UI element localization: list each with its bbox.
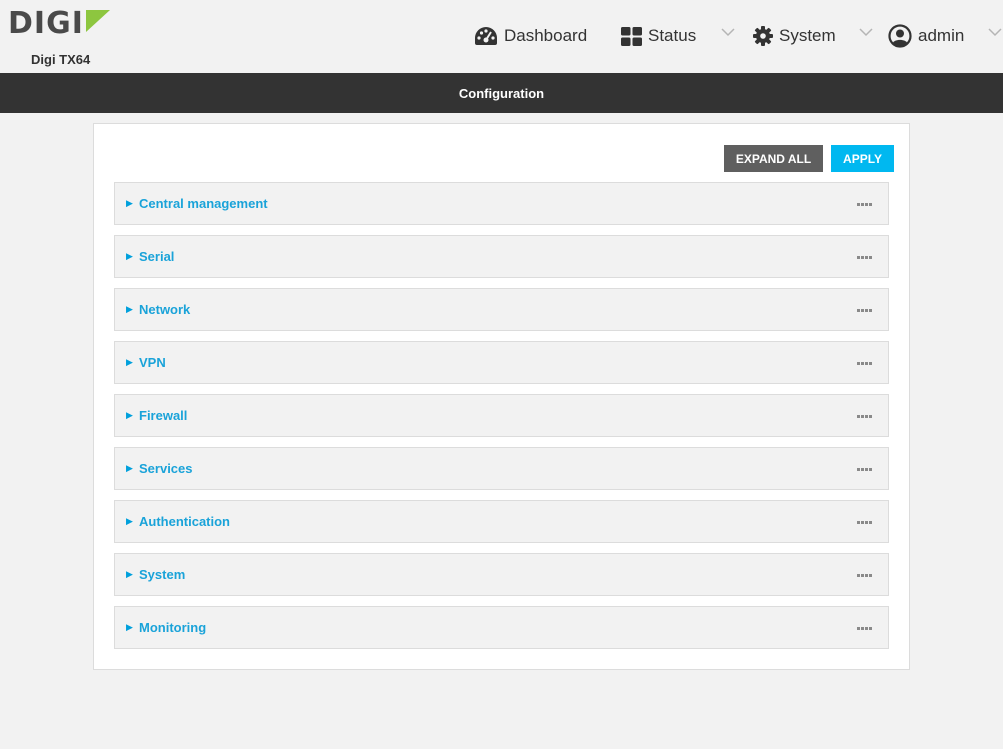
- more-options-icon[interactable]: [857, 415, 872, 418]
- expand-arrow-icon: ▶: [126, 569, 133, 579]
- section-firewall[interactable]: ▶ Firewall: [114, 394, 889, 437]
- expand-arrow-icon: ▶: [126, 622, 133, 632]
- nav-status-label: Status: [648, 26, 697, 45]
- nav-user[interactable]: admin: [888, 20, 964, 52]
- digi-logo[interactable]: DIGI Digi TX64: [8, 6, 118, 67]
- section-title: Network: [139, 302, 191, 317]
- gear-icon: [753, 26, 773, 46]
- section-title: Central management: [139, 196, 268, 211]
- user-icon: [888, 24, 912, 48]
- more-options-icon[interactable]: [857, 627, 872, 630]
- section-title: System: [139, 567, 186, 582]
- section-vpn[interactable]: ▶ VPN: [114, 341, 889, 384]
- more-options-icon[interactable]: [857, 574, 872, 577]
- status-chevron-down-icon[interactable]: [721, 27, 735, 37]
- more-options-icon[interactable]: [857, 256, 872, 259]
- expand-arrow-icon: ▶: [126, 410, 133, 420]
- logo-check-mark-icon: [86, 10, 110, 32]
- section-central-management[interactable]: ▶ Central management: [114, 182, 889, 225]
- grid-icon: [621, 26, 642, 46]
- section-title: Firewall: [139, 408, 188, 423]
- logo-wordmark: DIGI: [8, 6, 84, 41]
- expand-arrow-icon: ▶: [126, 463, 133, 473]
- device-name: Digi TX64: [31, 52, 91, 67]
- more-options-icon[interactable]: [857, 362, 872, 365]
- user-chevron-down-icon[interactable]: [988, 27, 1002, 37]
- section-authentication[interactable]: ▶ Authentication: [114, 500, 889, 543]
- nav-system[interactable]: System: [753, 20, 836, 52]
- section-network[interactable]: ▶ Network: [114, 288, 889, 331]
- section-title: VPN: [139, 355, 166, 370]
- more-options-icon[interactable]: [857, 521, 872, 524]
- section-title: Monitoring: [139, 620, 207, 635]
- more-options-icon[interactable]: [857, 203, 872, 206]
- dashboard-icon: [475, 27, 497, 45]
- section-serial[interactable]: ▶ Serial: [114, 235, 889, 278]
- nav-system-label: System: [779, 26, 836, 45]
- nav-dashboard[interactable]: Dashboard: [474, 20, 587, 52]
- section-monitoring[interactable]: ▶ Monitoring: [114, 606, 889, 649]
- section-title: Serial: [139, 249, 175, 264]
- nav-user-label: admin: [918, 26, 965, 45]
- section-title: Authentication: [139, 514, 230, 529]
- top-header: DIGI Digi TX64 Dashboard Status System a…: [0, 0, 1003, 73]
- section-services[interactable]: ▶ Services: [114, 447, 889, 490]
- nav-dashboard-label: Dashboard: [504, 26, 588, 45]
- system-chevron-down-icon[interactable]: [859, 27, 873, 37]
- page-title: Configuration: [458, 85, 545, 101]
- expand-arrow-icon: ▶: [126, 251, 133, 261]
- expand-arrow-icon: ▶: [126, 516, 133, 526]
- page-title-bar: Configuration: [0, 73, 1003, 113]
- expand-arrow-icon: ▶: [126, 198, 133, 208]
- more-options-icon[interactable]: [857, 468, 872, 471]
- nav-status[interactable]: Status: [621, 20, 696, 52]
- section-system[interactable]: ▶ System: [114, 553, 889, 596]
- expand-arrow-icon: ▶: [126, 357, 133, 367]
- apply-button[interactable]: APPLY: [831, 145, 894, 172]
- configuration-panel: EXPAND ALL APPLY ▶ Central management ▶ …: [93, 123, 910, 670]
- expand-arrow-icon: ▶: [126, 304, 133, 314]
- more-options-icon[interactable]: [857, 309, 872, 312]
- section-title: Services: [139, 461, 193, 476]
- expand-all-button[interactable]: EXPAND ALL: [724, 145, 823, 172]
